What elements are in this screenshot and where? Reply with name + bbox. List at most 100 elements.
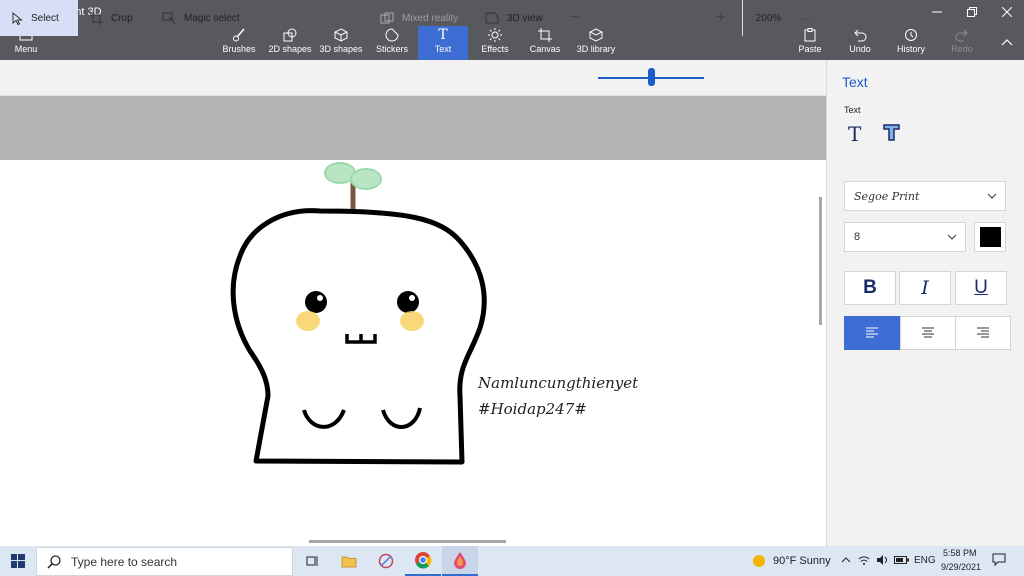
zoom-level-label: 200% [755,12,782,24]
redo-icon [955,26,969,44]
underline-button[interactable]: U [955,271,1007,305]
select-tool[interactable]: Select [0,0,78,36]
zoom-slider-thumb[interactable] [648,68,655,86]
restore-button[interactable] [955,2,989,22]
wifi-icon [858,556,870,565]
italic-label: I [921,277,929,299]
3d-view-icon [485,12,499,24]
vertical-scrollbar[interactable] [819,197,822,325]
tray-overflow-button[interactable] [840,553,852,571]
mixed-reality-tool[interactable]: Mixed reality [380,0,458,36]
sun-icon [753,555,765,567]
search-icon [47,554,61,569]
canvas-label: Canvas [529,44,561,54]
minimize-button[interactable] [920,2,954,22]
task-view-icon [306,556,318,566]
text-color-picker[interactable] [974,222,1006,252]
more-options-button[interactable]: ··· [800,0,813,36]
magic-select-tool[interactable]: Magic select [162,0,240,36]
align-right-button[interactable] [955,316,1011,350]
menu-label: Menu [14,44,38,54]
plus-icon: + [716,9,726,26]
crop-tool[interactable]: Crop [90,0,133,36]
redo-button[interactable]: Redo [948,26,976,60]
font-size-dropdown[interactable]: 8 [844,222,966,252]
brushes-label: Brushes [222,44,256,54]
minimize-icon [932,11,942,13]
3d-text-tool[interactable] [880,120,904,149]
3d-shapes-button[interactable]: 3D shapes [318,26,364,60]
select-label: Select [31,12,59,24]
cursor-icon [12,11,23,25]
canvas-text-line1: Namluncungthienyet [478,374,639,392]
folder-icon [341,556,357,567]
canvas-text-line2: #Hoidap247# [478,400,587,418]
network-button[interactable] [858,553,870,571]
2d-shapes-button[interactable]: 2D shapes [267,26,313,60]
bold-button[interactable]: B [844,271,896,305]
notifications-button[interactable] [992,553,1006,571]
font-family-dropdown[interactable]: Segoe Print [844,181,1006,211]
align-right-icon [977,327,989,338]
plain-text-tool[interactable]: T [848,122,861,146]
paint3d-button[interactable] [442,546,478,576]
taskbar-search[interactable]: Type here to search [36,547,293,576]
zoom-in-button[interactable]: + [716,0,725,36]
weather-widget[interactable] [752,554,766,573]
3d-view-tool[interactable]: 3D view [485,0,543,36]
windows-icon [11,554,25,568]
chevron-down-icon [947,234,957,240]
restore-icon [967,7,977,17]
zoom-out-button[interactable]: − [570,0,579,36]
paste-label: Paste [798,44,822,54]
chevron-up-icon [841,557,851,563]
collapse-ribbon-button[interactable] [990,32,1024,52]
close-button[interactable] [990,2,1024,22]
undo-button[interactable]: Undo [846,26,874,60]
clock-time[interactable]: 5:58 PM [943,548,977,558]
undo-label: Undo [849,44,871,54]
history-label: History [896,44,925,54]
volume-button[interactable] [876,553,890,571]
battery-button[interactable] [894,553,910,571]
underline-label: U [974,277,988,298]
zoom-level[interactable]: 200% [742,0,794,36]
character-outline [230,208,487,465]
align-center-button[interactable] [900,316,956,350]
minus-icon: − [570,9,580,26]
3d-library-label: 3D library [576,44,616,54]
italic-button[interactable]: I [899,271,951,305]
3d-view-label: 3D view [507,12,543,24]
close-icon [1002,7,1012,17]
snip-sketch-button[interactable] [368,546,404,576]
cube-icon [334,26,348,44]
task-view-button[interactable] [295,546,331,576]
start-button[interactable] [0,546,36,576]
chevron-up-icon [1001,39,1013,46]
align-center-icon [922,327,934,338]
speaker-icon [877,555,887,565]
effects-label: Effects [481,44,509,54]
paint3d-icon [454,552,466,569]
drawing-canvas[interactable] [0,96,826,546]
file-explorer-button[interactable] [331,546,367,576]
3d-shapes-label: 3D shapes [319,44,363,54]
horizontal-scrollbar[interactable] [309,540,506,543]
2d-shapes-label: 2D shapes [268,44,312,54]
bold-label: B [863,277,877,298]
notification-icon [992,553,1006,567]
weather-text: 90°F Sunny [773,555,831,567]
panel-subtitle: Text [844,105,861,115]
chrome-button[interactable] [405,546,441,576]
history-button[interactable]: History [894,26,928,60]
align-left-button[interactable] [844,316,900,350]
stickers-label: Stickers [375,44,408,54]
panel-title: Text [842,74,868,90]
character-face [296,291,424,429]
3d-library-button[interactable]: 3D library [574,26,618,60]
language-indicator[interactable]: ENG [914,555,936,566]
mixed-reality-label: Mixed reality [402,12,459,24]
snip-icon [378,553,394,569]
ellipsis-icon: ··· [800,10,813,26]
clock-date[interactable]: 9/29/2021 [941,562,981,572]
